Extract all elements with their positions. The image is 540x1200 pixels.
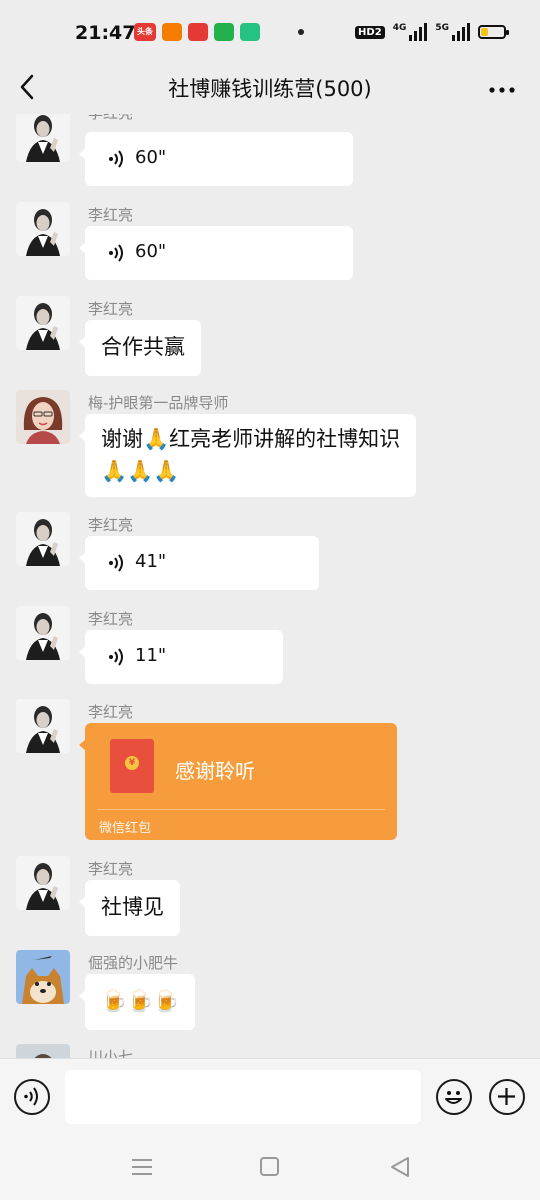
avatar[interactable] — [16, 390, 70, 444]
signal-5g-icon: 5G — [435, 23, 470, 41]
avatar[interactable] — [16, 114, 70, 162]
avatar[interactable] — [16, 856, 70, 910]
voice-mode-button[interactable] — [14, 1079, 50, 1115]
man-portrait-avatar-icon — [16, 114, 70, 162]
man-portrait-avatar-icon — [16, 699, 70, 753]
avatar[interactable] — [16, 1044, 70, 1058]
red-packet-message[interactable]: ¥ 感谢聆听 微信红包 — [79, 723, 397, 840]
voice-mode-icon — [24, 1087, 38, 1106]
plus-button[interactable] — [489, 1079, 525, 1115]
video-app-icon — [214, 23, 234, 41]
red-packet-divider — [97, 809, 385, 810]
text-message[interactable]: 合作共赢 — [79, 320, 201, 376]
home-square-icon — [260, 1157, 279, 1176]
voice-wave-icon — [109, 244, 123, 262]
voice-wave-icon — [109, 150, 123, 168]
system-nav-bar — [0, 1134, 540, 1200]
text-message-line: 谢谢🙏红亮老师讲解的社博知识 — [101, 427, 401, 451]
person-avatar-icon — [16, 1044, 70, 1058]
input-bar — [0, 1058, 540, 1134]
message-input[interactable] — [65, 1070, 421, 1124]
red-app-icon — [188, 23, 208, 41]
shiba-dog-avatar-icon — [16, 950, 70, 1004]
sender-name: 梅-护眼第一品牌导师 — [88, 394, 229, 412]
emoji-button[interactable] — [436, 1079, 472, 1115]
plus-icon — [498, 1088, 515, 1105]
red-packet-label: 微信红包 — [99, 821, 152, 836]
battery-icon — [478, 25, 509, 39]
man-portrait-avatar-icon — [16, 856, 70, 910]
voice-message[interactable]: 11" — [79, 630, 283, 684]
avatar[interactable] — [16, 699, 70, 753]
red-envelope-icon: ¥ — [110, 739, 154, 793]
notification-dot-icon — [298, 29, 304, 35]
man-portrait-avatar-icon — [16, 512, 70, 566]
status-indicators: HD2 4G 5G — [355, 23, 509, 41]
toutiao-app-icon: 头条 — [134, 23, 156, 41]
back-triangle-icon — [391, 1157, 409, 1177]
voice-message[interactable]: 41" — [79, 536, 319, 590]
menu-icon — [132, 1159, 152, 1175]
woman-portrait-avatar-icon — [16, 390, 70, 444]
avatar[interactable] — [16, 606, 70, 660]
kuaishou-app-icon — [162, 23, 182, 41]
sender-name: 川小七 — [88, 1048, 134, 1058]
voice-wave-icon — [109, 648, 123, 666]
sender-name: 李红亮 — [88, 206, 134, 224]
text-message-line: 🙏🙏🙏 — [101, 458, 180, 483]
sender-name: 李红亮 — [88, 516, 134, 534]
coin-icon: ¥ — [125, 756, 139, 770]
sender-name: 李红亮 — [88, 300, 134, 318]
status-time: 21:47 — [75, 22, 136, 44]
voice-message[interactable]: 60" — [79, 132, 353, 186]
title-bar: 社博赚钱训练营(500) — [0, 62, 540, 114]
sender-name: 李红亮 — [88, 860, 134, 878]
green-app-icon — [240, 23, 260, 41]
voice-duration: 60" — [135, 241, 167, 262]
man-portrait-avatar-icon — [16, 296, 70, 350]
voice-message[interactable]: 60" — [79, 226, 353, 280]
man-portrait-avatar-icon — [16, 202, 70, 256]
sender-name: 李红亮 — [88, 114, 133, 123]
avatar[interactable] — [16, 950, 70, 1004]
more-dots-icon — [489, 87, 515, 93]
avatar[interactable] — [16, 512, 70, 566]
text-message[interactable]: 谢谢🙏红亮老师讲解的社博知识 🙏🙏🙏 — [78, 414, 417, 497]
voice-duration: 41" — [135, 551, 167, 572]
status-bar: 21:47 头条 HD2 4G 5G — [0, 0, 540, 62]
chat-title: 社博赚钱训练营(500) — [168, 77, 372, 101]
text-message[interactable]: 社博见 — [79, 880, 180, 936]
voice-duration: 11" — [135, 645, 167, 666]
sender-name: 倔强的小肥牛 — [88, 954, 179, 972]
signal-4g-icon: 4G — [393, 23, 428, 41]
emoji-icon — [445, 1091, 462, 1104]
red-packet-title: 感谢聆听 — [175, 759, 255, 783]
status-app-icons: 头条 — [134, 23, 304, 41]
avatar[interactable] — [16, 296, 70, 350]
more-button[interactable] — [488, 76, 516, 101]
sender-name: 李红亮 — [88, 610, 134, 628]
back-nav-button[interactable] — [386, 1154, 416, 1180]
home-nav-button[interactable] — [256, 1154, 286, 1180]
menu-nav-button[interactable] — [128, 1154, 158, 1180]
chat-messages[interactable]: 李红亮 60" 李红亮 60" 李红亮 合作共赢 — [0, 114, 540, 1058]
avatar[interactable] — [16, 202, 70, 256]
hd-icon: HD2 — [355, 25, 385, 39]
text-message[interactable]: 🍺🍺🍺 — [78, 974, 196, 1030]
voice-wave-icon — [109, 554, 123, 572]
battery-fill — [481, 28, 488, 36]
sender-name: 李红亮 — [88, 703, 134, 721]
man-portrait-avatar-icon — [16, 606, 70, 660]
voice-duration: 60" — [135, 147, 167, 168]
